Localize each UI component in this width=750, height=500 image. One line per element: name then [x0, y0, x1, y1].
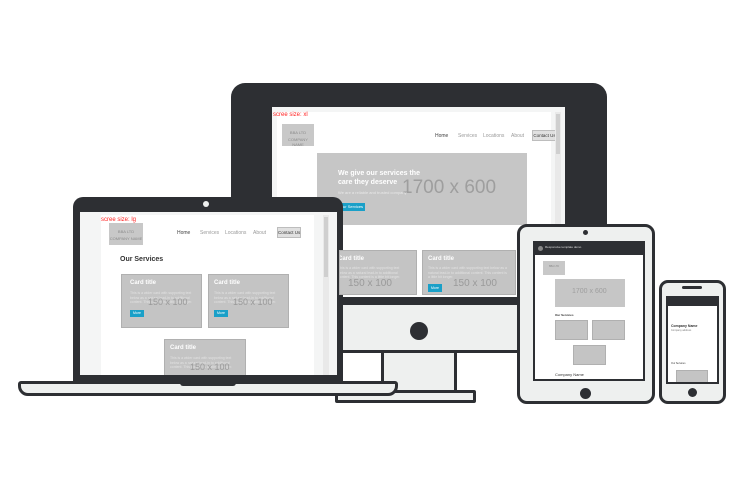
laptop-scroll-thumb[interactable]: [324, 217, 328, 277]
tablet-screen: Responsive template demo BBA LTD 1700 x …: [533, 241, 645, 381]
desktop-contact-button[interactable]: Contact Us: [532, 130, 557, 141]
phone-browser-bar: [668, 298, 717, 306]
phone-screen: Company Name Company address Our Service…: [666, 296, 719, 384]
tablet-home-button[interactable]: [580, 388, 591, 399]
desktop-card-1-size: 150 x 100: [348, 278, 392, 289]
laptop-card-2-button[interactable]: More: [214, 310, 228, 317]
laptop-logo-top: BBA LTD: [117, 229, 135, 234]
phone-home-button[interactable]: [688, 388, 697, 397]
laptop-logo[interactable]: BBA LTD COMPANY NAME: [109, 223, 143, 245]
desktop-hero-sub: We are a reliable and trusted company: [338, 190, 407, 195]
desktop-hero-size: 1700 x 600: [402, 177, 497, 198]
laptop-card-3-size: 150 x 100: [190, 362, 230, 372]
desktop-card-2-title: Card title: [428, 256, 455, 262]
phone-section-title: Our Services: [671, 362, 686, 365]
laptop-scrollbar[interactable]: [323, 215, 329, 375]
tablet-logo[interactable]: BBA LTD: [543, 261, 565, 275]
laptop-card-2: Card title This is a wider card with sup…: [208, 274, 289, 328]
laptop-card-1-title: Card title: [130, 280, 157, 286]
tablet-hero: 1700 x 600: [555, 279, 625, 307]
laptop-card-3-title: Card title: [170, 345, 197, 351]
laptop-screen: scree size: lg BBA LTD COMPANY NAME Home…: [80, 212, 337, 375]
tablet-card-2: [592, 320, 625, 340]
phone-company-name: Company Name: [671, 324, 698, 328]
laptop-nav-locations[interactable]: Locations: [225, 230, 246, 236]
tablet-browser-icon: [538, 246, 543, 251]
desktop-nav-home[interactable]: Home: [435, 133, 448, 139]
phone-speaker: [682, 286, 702, 289]
desktop-size-label: scree size: xl: [273, 112, 308, 118]
laptop-card-1: Card title This is a wider card with sup…: [121, 274, 202, 328]
desktop-card-1: Card title This is a wider card with sup…: [339, 250, 417, 295]
laptop-card-2-size: 150 x 100: [233, 297, 273, 307]
laptop-card-1-button[interactable]: More: [130, 310, 144, 317]
tablet-browser-title: Responsive template demo: [545, 245, 582, 249]
laptop-section-title: Our Services: [120, 256, 164, 263]
laptop-page: scree size: lg BBA LTD COMPANY NAME Home…: [101, 215, 314, 375]
desktop-card-2-size: 150 x 100: [453, 278, 497, 289]
desktop-card-1-title: Card title: [339, 256, 365, 262]
desktop-hero-headline-2: care they deserve: [338, 179, 398, 186]
tablet-hero-size: 1700 x 600: [572, 288, 607, 295]
tablet-card-3: [573, 345, 606, 365]
tablet-camera: [583, 230, 588, 235]
desktop-logo-bottom: COMPANY NAME: [288, 137, 308, 147]
desktop-logo[interactable]: BBA LTD COMPANY NAME: [282, 124, 314, 147]
laptop-card-1-size: 150 x 100: [148, 297, 188, 307]
laptop-nav-services[interactable]: Services: [200, 230, 219, 236]
desktop-nav-services[interactable]: Services: [458, 133, 477, 139]
laptop-nav-home[interactable]: Home: [177, 230, 190, 236]
laptop-card-2-title: Card title: [214, 280, 241, 286]
tablet-card-1: [555, 320, 588, 340]
tablet-browser-bar: Responsive template demo: [535, 243, 643, 255]
laptop-trackpad-notch: [180, 381, 236, 386]
desktop-logo-top: BBA LTD: [289, 130, 307, 135]
desktop-hero: We give our services the care they deser…: [317, 153, 527, 225]
phone-card-1: [676, 370, 708, 382]
desktop-card-2-button[interactable]: More: [428, 284, 442, 292]
laptop-card-3: Card title This is a wider card with sup…: [164, 339, 246, 375]
monitor-power-button[interactable]: [410, 322, 428, 340]
laptop-camera: [203, 201, 209, 207]
desktop-card-2: Card title This is a wider card with sup…: [422, 250, 516, 295]
phone-company-line: Company address: [671, 329, 692, 332]
laptop-logo-bottom: COMPANY NAME: [109, 236, 143, 241]
laptop-nav-about[interactable]: About: [253, 230, 266, 236]
desktop-scroll-thumb[interactable]: [556, 114, 560, 154]
tablet-logo-top: BBA LTD: [548, 265, 560, 268]
laptop-contact-button[interactable]: Contact Us: [277, 227, 301, 238]
tablet-company-name: Company Name: [555, 372, 584, 377]
desktop-nav-locations[interactable]: Locations: [483, 133, 504, 139]
desktop-nav-about[interactable]: About: [511, 133, 524, 139]
tablet-section-title: Our Services: [555, 313, 574, 317]
